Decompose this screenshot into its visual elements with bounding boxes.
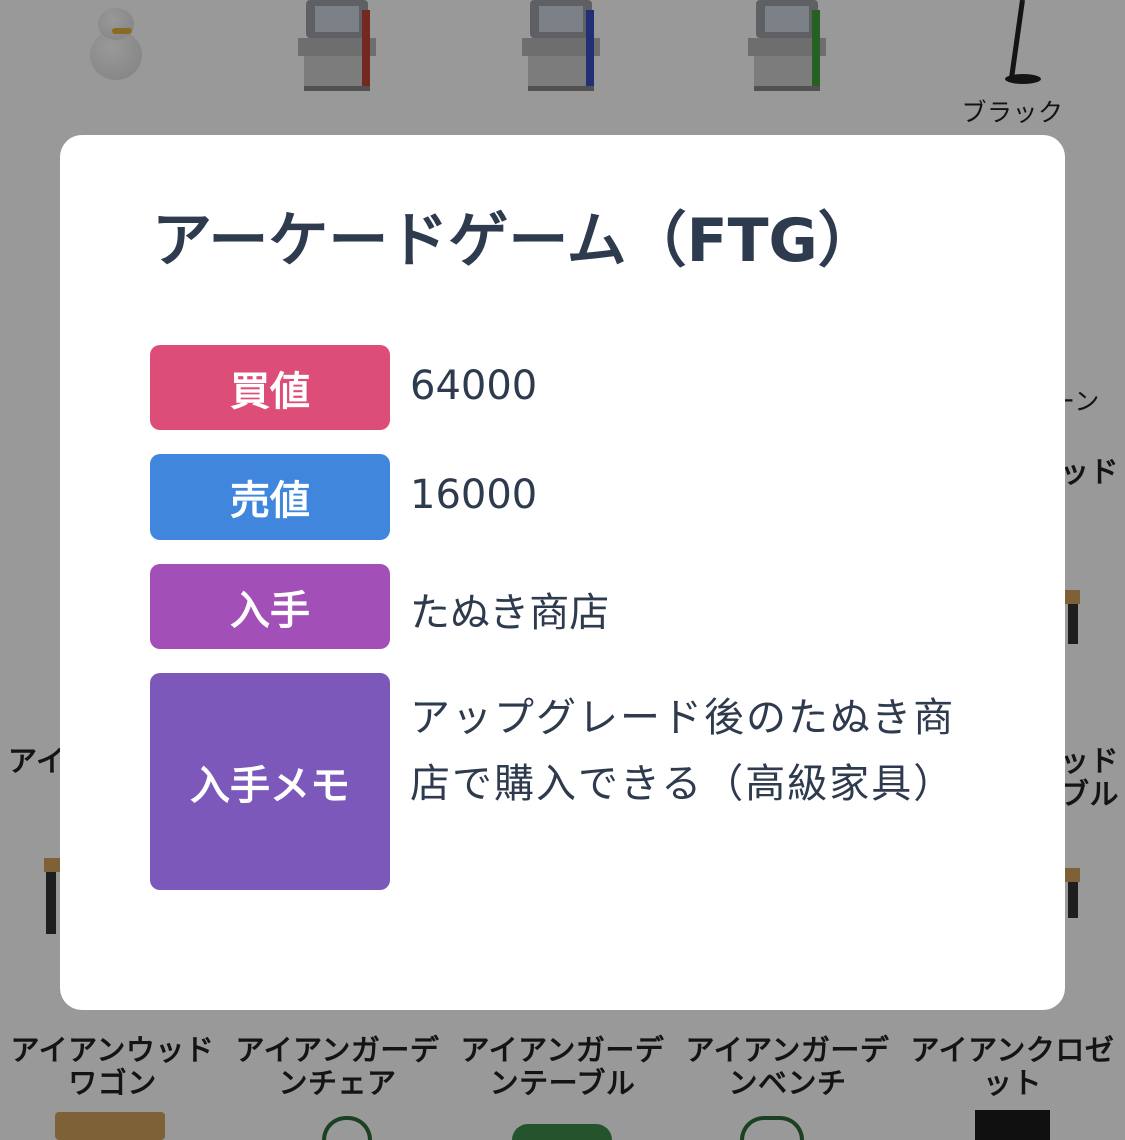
item-detail-modal: アーケードゲーム（FTG） 買値 64000 売値 16000 入手 たぬき商店…: [60, 135, 1065, 1010]
sell-price-value: 16000: [410, 472, 538, 518]
source-memo-badge: 入手メモ: [150, 673, 390, 890]
item-title: アーケードゲーム（FTG）: [152, 206, 878, 276]
buy-price-badge: 買値: [150, 345, 390, 430]
source-badge: 入手: [150, 564, 390, 649]
source-value: たぬき商店: [410, 590, 610, 636]
source-memo-value: アップグレード後のたぬき商店で購入できる（高級家具）: [410, 695, 956, 807]
buy-price-value: 64000: [410, 363, 538, 409]
sell-price-badge: 売値: [150, 454, 390, 540]
